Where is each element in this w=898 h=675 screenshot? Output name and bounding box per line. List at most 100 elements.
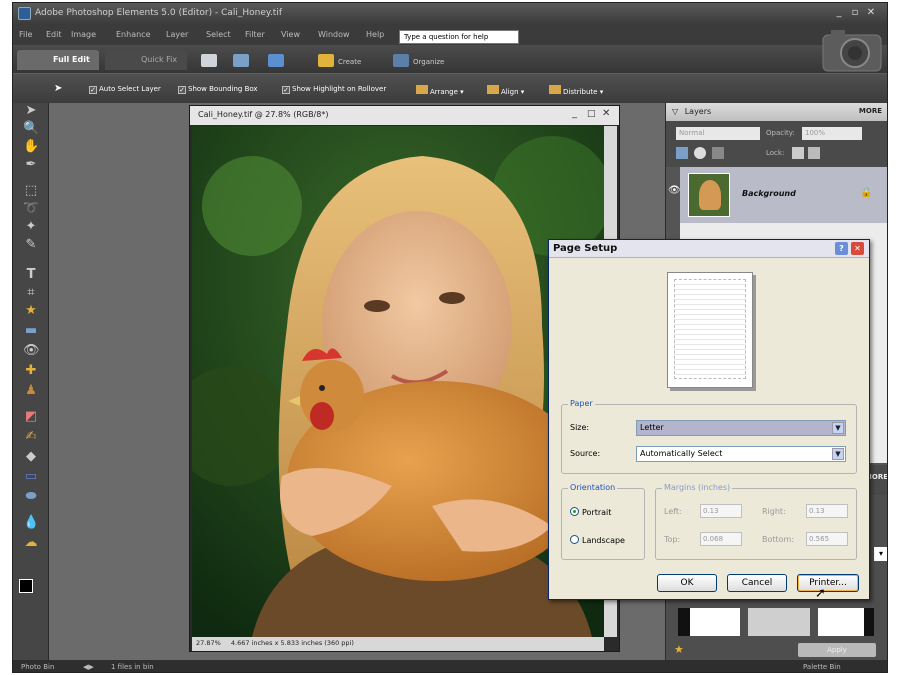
photo-bin-nav-icon[interactable]: ◀▶ <box>83 663 94 671</box>
effect-thumbnail-2[interactable] <box>748 608 810 636</box>
organize-button[interactable]: Organize <box>413 58 444 66</box>
chevron-down-icon: ▼ <box>832 448 844 460</box>
new-layer-icon[interactable] <box>676 147 688 159</box>
selection-brush-tool-icon[interactable]: ✎ <box>23 237 39 253</box>
organize-icon[interactable] <box>393 54 409 67</box>
zoom-tool-icon[interactable]: 🔍 <box>23 121 39 137</box>
move-tool-icon[interactable]: ➤ <box>23 103 39 119</box>
foreground-color-swatch[interactable] <box>19 579 33 593</box>
crop-tool-icon[interactable]: ⌗ <box>23 285 39 301</box>
portrait-radio[interactable]: Portrait <box>570 507 611 517</box>
cookie-cutter-tool-icon[interactable]: ★ <box>23 303 39 319</box>
align-menu[interactable]: Align ▾ <box>487 85 524 96</box>
photo-bin-toggle[interactable]: Photo Bin <box>21 663 54 671</box>
menu-layer[interactable]: Layer <box>166 30 188 39</box>
move-tool-icon[interactable]: ➤ <box>54 83 62 94</box>
artwork-dropdown-icon[interactable]: ▾ <box>874 547 887 561</box>
photo-canvas[interactable] <box>192 126 604 637</box>
menu-image[interactable]: Image <box>71 30 96 39</box>
zoom-level[interactable]: 27.87% <box>196 639 221 647</box>
radio-selected-icon <box>570 507 579 516</box>
gradient-tool-icon[interactable]: ▭ <box>23 469 39 485</box>
doc-close-icon[interactable]: ✕ <box>602 108 610 119</box>
close-icon[interactable]: ✕ <box>865 7 877 19</box>
sponge-tool-icon[interactable]: ☁ <box>23 535 39 551</box>
shape-tool-icon[interactable]: ⬬ <box>23 489 39 505</box>
delete-layer-icon[interactable] <box>712 147 724 159</box>
left-margin-label: Left: <box>664 507 682 516</box>
layers-palette-header[interactable]: ▽ Layers MORE <box>666 103 887 121</box>
show-bounding-box-checkbox[interactable]: ✓ Show Bounding Box <box>178 85 258 94</box>
landscape-radio[interactable]: Landscape <box>570 535 625 545</box>
favorite-star-icon[interactable]: ★ <box>674 643 684 656</box>
hand-tool-icon[interactable]: ✋ <box>23 139 39 155</box>
lock-transparent-icon[interactable] <box>792 147 804 159</box>
print-icon[interactable] <box>201 54 217 67</box>
red-eye-tool-icon[interactable]: 👁 <box>23 343 40 359</box>
clone-stamp-tool-icon[interactable]: ♟ <box>23 383 39 399</box>
opacity-input[interactable]: 100% <box>802 127 862 140</box>
tab-quick-fix[interactable]: Quick Fix <box>105 50 187 70</box>
create-button[interactable]: Create <box>338 58 361 66</box>
layers-title: Layers <box>684 107 712 116</box>
top-margin-input[interactable]: 0.068 <box>700 532 742 546</box>
lock-all-icon[interactable] <box>808 147 820 159</box>
menu-window[interactable]: Window <box>318 30 350 39</box>
restore-icon[interactable]: ▫ <box>849 7 861 19</box>
minimize-icon[interactable]: _ <box>833 7 845 19</box>
effect-thumbnail-1[interactable] <box>678 608 740 636</box>
tab-full-edit[interactable]: Full Edit <box>17 50 99 70</box>
document-info[interactable]: 4.667 inches x 5.833 inches (360 ppi) <box>231 639 354 647</box>
auto-select-layer-checkbox[interactable]: ✓ Auto Select Layer <box>89 85 161 94</box>
adjustment-layer-icon[interactable] <box>694 147 706 159</box>
layer-row-background[interactable]: Background 🔒 <box>680 167 887 223</box>
menu-help[interactable]: Help <box>366 30 384 39</box>
orientation-group: Orientation Portrait Landscape <box>561 483 645 560</box>
show-highlight-checkbox[interactable]: ✓ Show Highlight on Rollover <box>282 85 386 94</box>
straighten-tool-icon[interactable]: ▬ <box>23 323 39 339</box>
menu-filter[interactable]: Filter <box>245 30 265 39</box>
blend-mode-select[interactable]: Normal <box>676 127 760 140</box>
doc-minimize-icon[interactable]: _ <box>572 108 577 119</box>
blur-tool-icon[interactable]: 💧 <box>23 515 39 531</box>
brush-tool-icon[interactable]: ✍ <box>23 429 39 445</box>
dialog-close-icon[interactable]: ✕ <box>851 242 864 255</box>
eyedropper-tool-icon[interactable]: ✒ <box>23 157 39 173</box>
paper-source-select[interactable]: Automatically Select ▼ <box>636 446 846 462</box>
effect-thumbnail-3[interactable] <box>818 608 874 636</box>
arrange-menu[interactable]: Arrange ▾ <box>416 85 464 96</box>
ok-button[interactable]: OK <box>657 574 717 592</box>
layer-name: Background <box>742 189 796 198</box>
doc-maximize-icon[interactable]: □ <box>587 109 596 119</box>
menu-view[interactable]: View <box>281 30 300 39</box>
lasso-tool-icon[interactable]: ➰ <box>23 201 39 217</box>
document-status-bar: 27.87% 4.667 inches x 5.833 inches (360 … <box>192 637 604 651</box>
paint-bucket-tool-icon[interactable]: ◆ <box>23 449 39 465</box>
printer-button[interactable]: Printer... <box>797 574 859 592</box>
help-icon[interactable]: ? <box>835 242 848 255</box>
palette-bin-toggle[interactable]: Palette Bin <box>803 663 841 671</box>
create-icon[interactable] <box>318 54 334 67</box>
help-search-input[interactable]: Type a question for help <box>399 30 519 44</box>
bottom-margin-input[interactable]: 0.565 <box>806 532 848 546</box>
share-icon[interactable] <box>233 54 249 67</box>
apply-button[interactable]: Apply <box>798 643 876 657</box>
left-margin-input[interactable]: 0.13 <box>700 504 742 518</box>
cancel-button[interactable]: Cancel <box>727 574 787 592</box>
visibility-eye-icon[interactable]: 👁 <box>668 185 681 196</box>
options-bar: ➤ ✓ Auto Select Layer ✓ Show Bounding Box … <box>13 73 887 103</box>
menu-edit[interactable]: Edit <box>46 30 62 39</box>
healing-brush-tool-icon[interactable]: ✚ <box>23 363 39 379</box>
type-tool-icon[interactable]: T <box>23 267 39 283</box>
right-margin-input[interactable]: 0.13 <box>806 504 848 518</box>
magic-wand-tool-icon[interactable]: ✦ <box>23 219 39 235</box>
menu-select[interactable]: Select <box>206 30 231 39</box>
menu-file[interactable]: File <box>19 30 32 39</box>
marquee-tool-icon[interactable]: ⬚ <box>23 183 39 199</box>
order-prints-icon[interactable] <box>268 54 284 67</box>
distribute-menu[interactable]: Distribute ▾ <box>549 85 603 96</box>
paper-size-select[interactable]: Letter ▼ <box>636 420 846 436</box>
menu-enhance[interactable]: Enhance <box>116 30 151 39</box>
layers-more-button[interactable]: MORE <box>859 107 882 115</box>
eraser-tool-icon[interactable]: ◩ <box>23 409 39 425</box>
